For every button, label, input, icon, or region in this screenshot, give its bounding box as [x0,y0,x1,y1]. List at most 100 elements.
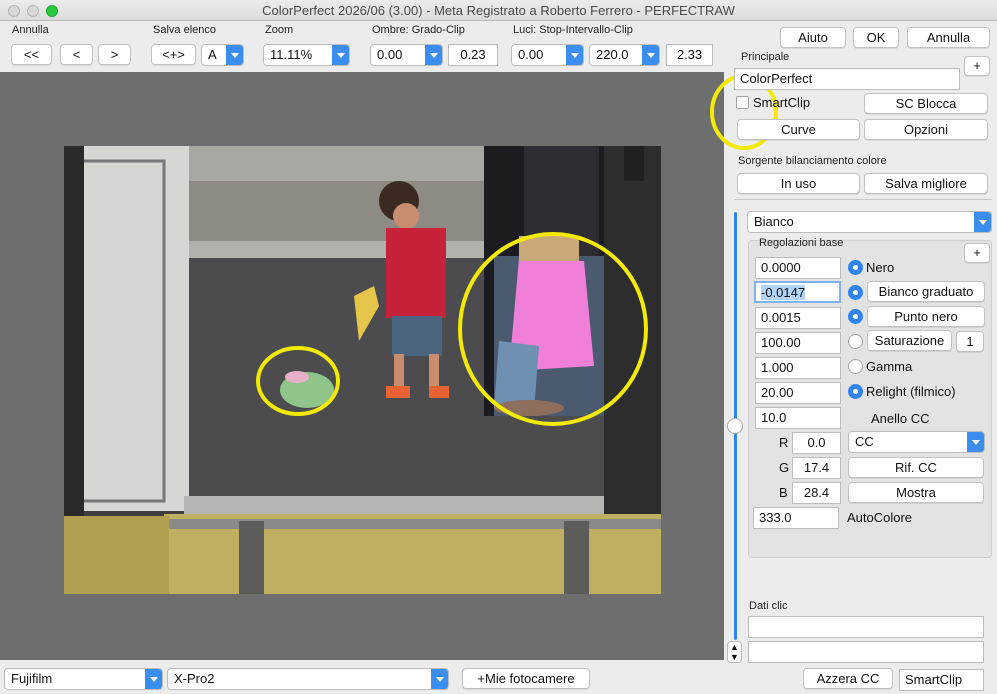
autocolore-label: AutoColore [847,510,913,525]
bianco-value: -0.0147 [761,285,806,300]
camera-model-select[interactable]: X-Pro2 [167,668,449,690]
help-button[interactable]: Aiuto [780,27,846,48]
stepper-icon[interactable]: ▲ ▼ [727,641,742,663]
preview-photo-svg [64,146,661,594]
chevron-down-icon [967,432,984,452]
punto-nero-button[interactable]: Punto nero [867,306,985,327]
mode-select[interactable]: Bianco [747,211,992,233]
gamma-field[interactable]: 1.000 [755,357,841,379]
regolazioni-base-label: Regolazioni base [759,237,844,249]
divider [734,199,992,200]
nero-label: Nero [866,260,895,275]
principale-label: Principale [741,51,790,63]
bianco-field[interactable]: -0.0147 [754,281,841,303]
azzera-cc-button[interactable]: Azzera CC [803,668,893,689]
title-bar: ColorPerfect 2026/06 (3.00) - Meta Regis… [0,0,997,21]
saturazione-field[interactable]: 100.00 [755,332,841,354]
camera-brand-select[interactable]: Fujifilm [4,668,163,690]
add-principale-button[interactable]: + [964,56,990,76]
mode-value: Bianco [754,214,794,229]
next-image-button[interactable]: > [98,44,131,65]
b-field[interactable]: 28.4 [792,482,841,504]
saturazione-radio[interactable] [848,334,863,349]
g-label: G [779,460,790,475]
chevron-down-icon [226,45,243,65]
bianco-radio[interactable] [848,285,863,300]
prev-image-button[interactable]: < [60,44,93,65]
add-adjust-button[interactable]: + [964,243,990,263]
bianco-graduato-button[interactable]: Bianco graduato [867,281,985,302]
close-icon[interactable] [8,5,20,17]
slot-select[interactable]: A [201,44,244,66]
relight-radio[interactable] [848,384,863,399]
cancel-button[interactable]: Annulla [907,27,990,48]
in-uso-button[interactable]: In uso [737,173,860,194]
dati-clic-line2 [748,641,984,663]
swap-button[interactable]: <+> [151,44,196,65]
b-label: B [779,485,788,500]
nero-field[interactable]: 0.0000 [755,257,841,279]
first-image-button[interactable]: << [11,44,52,65]
chevron-down-icon [566,45,583,65]
mostra-button[interactable]: Mostra [848,482,984,503]
cc-value: CC [855,434,874,449]
saturazione-step-field[interactable]: 1 [956,331,984,352]
camera-model-value: X-Pro2 [174,671,215,686]
salva-elenco-label: Salva elenco [153,24,216,36]
luci-label: Luci: Stop-Intervallo-Clip [513,24,633,36]
anello-field[interactable]: 10.0 [755,407,841,429]
zoom-window-icon[interactable] [46,5,58,17]
zoom-label: Zoom [265,24,294,36]
punto-nero-radio[interactable] [848,309,863,324]
salva-migliore-button[interactable]: Salva migliore [864,173,988,194]
luci-stop-value: 0.00 [518,47,544,62]
settings-name-field[interactable]: ColorPerfect [734,68,960,90]
gamma-label: Gamma [866,359,913,374]
sorgente-label: Sorgente bilanciamento colore [738,155,887,167]
autocolore-field[interactable]: 333.0 [753,507,839,529]
slot-value: A [208,47,217,62]
dati-clic-line1 [748,616,984,638]
ombre-grado-value: 0.00 [377,47,403,62]
ombre-label: Ombre: Grado-Clip [372,24,465,36]
r-label: R [779,435,789,450]
chevron-down-icon [974,212,991,232]
mie-fotocamere-button[interactable]: +Mie fotocamere [462,668,590,689]
dati-clic-label: Dati clic [749,600,788,612]
relight-label: Relight (filmico) [866,384,956,399]
zoom-value: 11.11% [270,47,313,62]
chevron-down-icon [425,45,442,65]
smartclip-status-field: SmartClip [899,669,984,691]
chevron-down-icon [145,669,162,689]
r-field[interactable]: 0.0 [792,432,841,454]
g-field[interactable]: 17.4 [792,457,841,479]
curve-button[interactable]: Curve [737,119,860,140]
minimize-icon[interactable] [27,5,39,17]
slider-knob[interactable] [727,418,743,434]
annulla-label: Annulla [12,24,49,36]
smartclip-label: SmartClip [753,95,811,110]
sc-blocca-button[interactable]: SC Blocca [864,93,988,114]
nero-radio[interactable] [848,260,863,275]
smartclip-checkbox[interactable] [736,96,749,109]
opzioni-button[interactable]: Opzioni [864,119,988,140]
luci-intervallo-select[interactable]: 220.0 [589,44,660,66]
luci-stop-select[interactable]: 0.00 [511,44,584,66]
chevron-down-icon [642,45,659,65]
punto-nero-field[interactable]: 0.0015 [755,307,841,329]
chevron-down-icon [431,669,448,689]
luci-clip-field[interactable]: 2.33 [666,44,713,66]
relight-field[interactable]: 20.00 [755,382,841,404]
gamma-radio[interactable] [848,359,863,374]
chevron-down-icon [332,45,349,65]
ombre-clip-field[interactable]: 0.23 [448,44,498,66]
rif-cc-button[interactable]: Rif. CC [848,457,984,478]
anello-cc-label: Anello CC [871,411,930,426]
saturazione-button[interactable]: Saturazione [867,330,952,351]
ombre-grado-select[interactable]: 0.00 [370,44,443,66]
preview-image[interactable] [64,146,661,594]
cc-select[interactable]: CC [848,431,985,453]
ok-button[interactable]: OK [853,27,899,48]
zoom-select[interactable]: 11.11% [263,44,350,66]
camera-brand-value: Fujifilm [11,671,53,686]
